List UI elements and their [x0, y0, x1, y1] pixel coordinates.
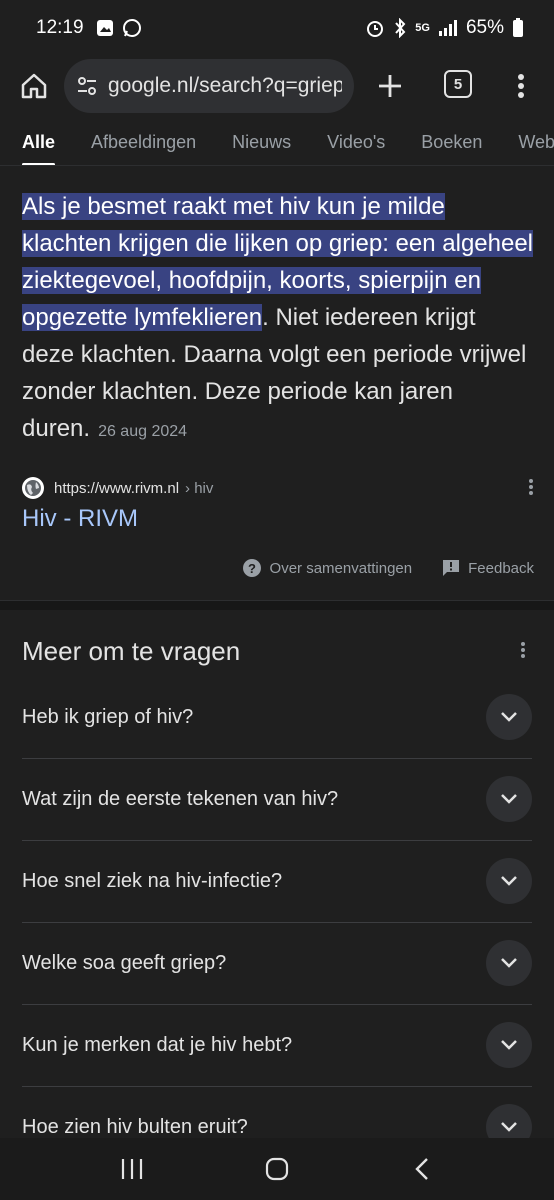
tab-web[interactable]: Web	[518, 120, 554, 165]
feedback-label: Feedback	[468, 559, 534, 577]
network-type: 5G	[415, 22, 430, 34]
home-nav-button[interactable]	[257, 1149, 297, 1189]
paa-question-text: Wat zijn de eerste tekenen van hiv?	[22, 787, 339, 810]
paa-question-text: Hoe snel ziek na hiv-infectie?	[22, 869, 283, 892]
paa-question-text: Kun je merken dat je hiv hebt?	[22, 1033, 293, 1056]
paa-question-text: Heb ik griep of hiv?	[22, 705, 194, 728]
source-path: › hiv	[185, 479, 214, 497]
section-divider	[0, 600, 554, 610]
source-url[interactable]: https://www.rivm.nl	[54, 480, 179, 497]
more-vert-icon	[518, 74, 524, 98]
tab-videos[interactable]: Video's	[327, 120, 385, 165]
home-circle-icon	[265, 1157, 289, 1181]
address-bar[interactable]: google.nl/search?q=griep	[64, 59, 354, 113]
browser-menu-button[interactable]	[506, 68, 536, 104]
result-options-button[interactable]	[528, 478, 534, 501]
about-summaries-link[interactable]: ? Over samenvattingen	[242, 558, 413, 578]
system-nav-bar	[0, 1138, 554, 1200]
paa-question[interactable]: Heb ik griep of hiv?	[0, 676, 554, 759]
home-button[interactable]	[16, 68, 52, 104]
tab-books[interactable]: Boeken	[421, 120, 482, 165]
signal-icon	[438, 20, 457, 36]
tab-news[interactable]: Nieuws	[232, 120, 291, 165]
expand-button[interactable]	[486, 694, 532, 740]
new-tab-button[interactable]	[372, 68, 408, 104]
battery-icon	[513, 18, 523, 37]
whatsapp-icon	[122, 19, 141, 37]
search-tabs: Alle Afbeeldingen Nieuws Video's Boeken …	[0, 120, 554, 166]
back-button[interactable]	[402, 1149, 442, 1189]
plus-icon	[379, 75, 401, 97]
status-time: 12:19	[36, 17, 84, 38]
chevron-down-icon	[501, 712, 517, 722]
feedback-link[interactable]: Feedback	[442, 559, 534, 577]
chevron-down-icon	[501, 1122, 517, 1132]
about-summaries-label: Over samenvattingen	[269, 559, 413, 577]
expand-button[interactable]	[486, 776, 532, 822]
home-icon	[21, 73, 47, 99]
result-title-link[interactable]: Hiv - RIVM	[22, 505, 138, 533]
recents-button[interactable]	[112, 1149, 152, 1189]
paa-question[interactable]: Hoe snel ziek na hiv-infectie?	[0, 840, 554, 923]
help-icon: ?	[242, 559, 261, 577]
chevron-down-icon	[501, 958, 517, 968]
globe-icon	[22, 477, 44, 499]
status-bar: 12:19 5G 65%	[0, 0, 554, 56]
tab-count: 5	[453, 75, 463, 93]
result-source[interactable]: https://www.rivm.nl › hiv	[22, 474, 534, 502]
paa-question-text: Hoe zien hiv bulten eruit?	[22, 1115, 248, 1138]
tab-images[interactable]: Afbeeldingen	[91, 120, 196, 165]
gallery-icon	[96, 20, 113, 36]
paa-question[interactable]: Welke soa geeft griep?	[0, 922, 554, 1005]
tab-all[interactable]: Alle	[22, 120, 56, 165]
paa-question[interactable]: Kun je merken dat je hiv hebt?	[0, 1004, 554, 1087]
featured-snippet: Als je besmet raakt met hiv kun je milde…	[22, 188, 534, 450]
paa-options-button[interactable]	[520, 641, 526, 664]
expand-button[interactable]	[486, 1022, 532, 1068]
site-settings-icon[interactable]	[76, 75, 98, 97]
feedback-icon	[443, 560, 460, 576]
more-vert-icon	[529, 479, 533, 495]
tab-switcher-button[interactable]: 5	[444, 70, 472, 98]
paa-list: Heb ik griep of hiv? Wat zijn de eerste …	[0, 676, 554, 1168]
snippet-footer: ? Over samenvattingen Feedback	[242, 558, 534, 578]
chevron-down-icon	[501, 794, 517, 804]
browser-toolbar: google.nl/search?q=griep 5	[0, 56, 554, 120]
url-text[interactable]: google.nl/search?q=griep	[108, 74, 342, 98]
chevron-down-icon	[501, 1040, 517, 1050]
snippet-date: 26 aug 2024	[98, 423, 188, 440]
recents-icon	[122, 1159, 143, 1179]
expand-button[interactable]	[486, 940, 532, 986]
svg-text:?: ?	[248, 561, 256, 576]
expand-button[interactable]	[486, 858, 532, 904]
paa-heading: Meer om te vragen	[22, 636, 241, 666]
alarm-icon	[367, 21, 384, 37]
paa-question[interactable]: Wat zijn de eerste tekenen van hiv?	[0, 758, 554, 841]
bluetooth-icon	[395, 18, 406, 38]
chevron-down-icon	[501, 876, 517, 886]
more-vert-icon	[521, 642, 525, 658]
paa-question-text: Welke soa geeft griep?	[22, 951, 227, 974]
battery-percent: 65%	[465, 17, 504, 38]
back-icon	[414, 1158, 428, 1180]
